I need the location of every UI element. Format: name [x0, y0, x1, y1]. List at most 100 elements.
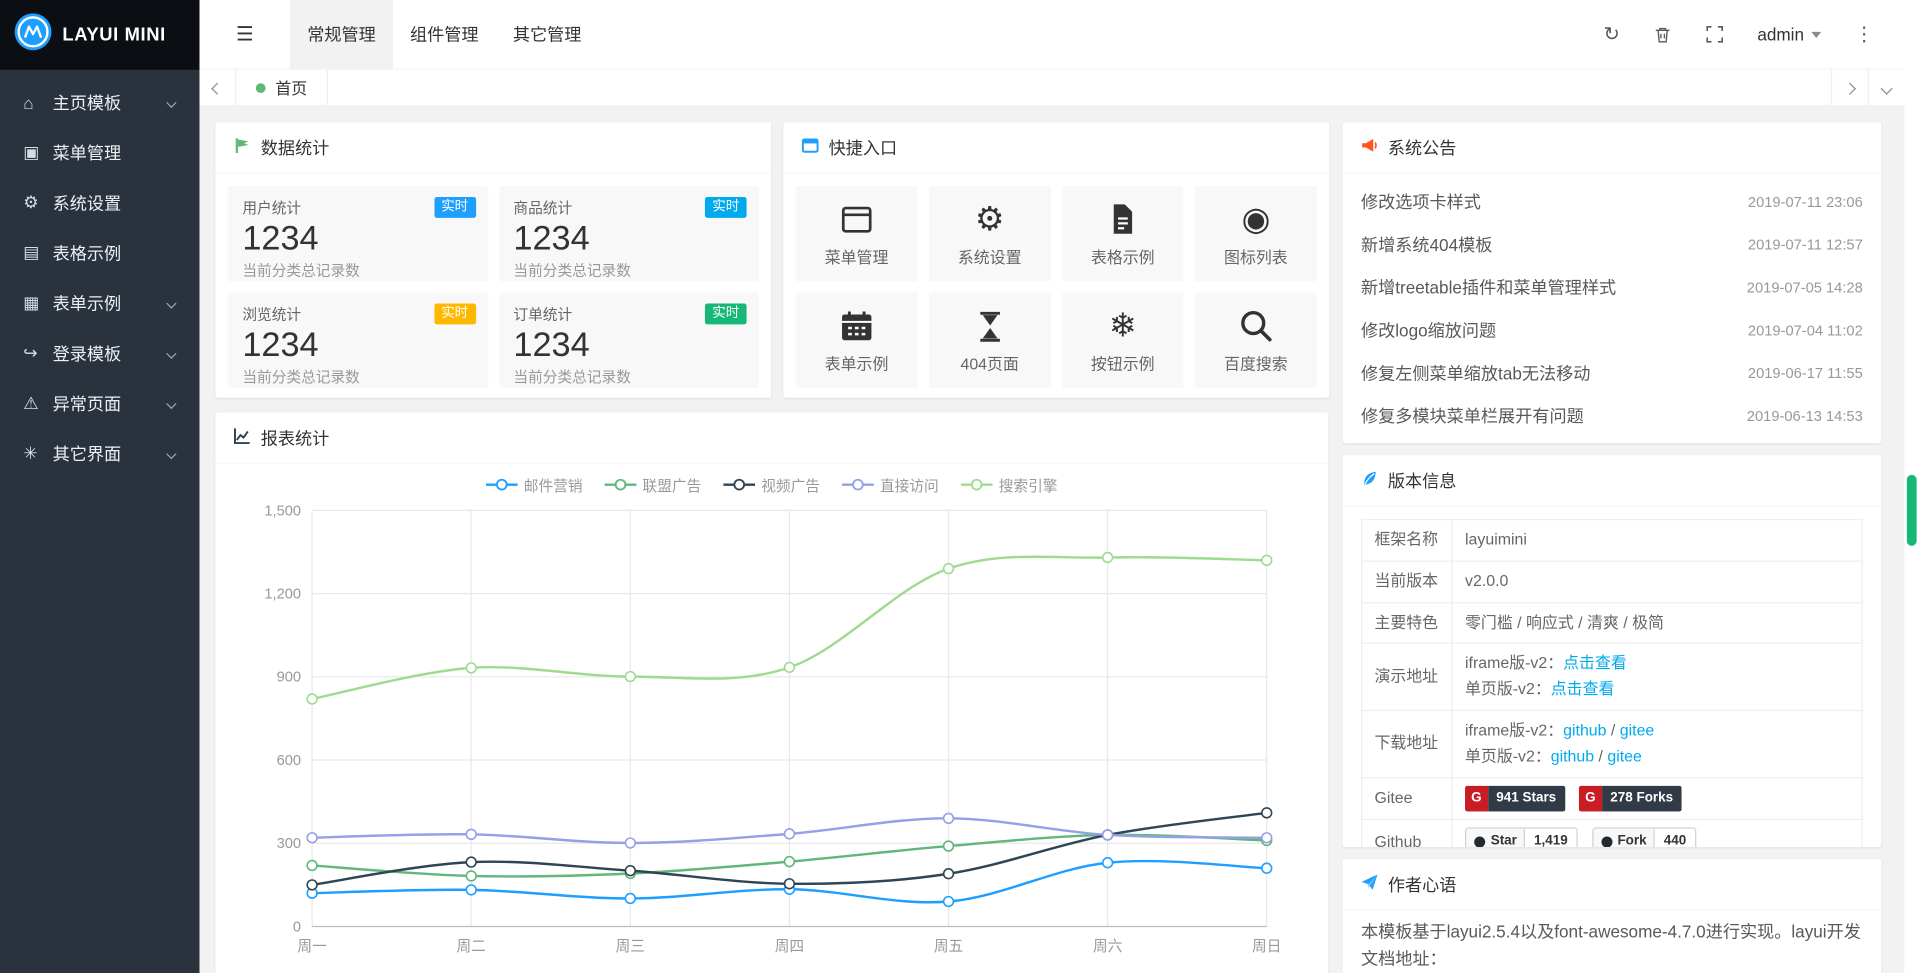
table-row: 框架名称 layuimini	[1362, 520, 1863, 561]
version-label: Gitee	[1362, 777, 1453, 819]
sidebar-item-error-pages[interactable]: ⚠ 异常页面	[0, 378, 199, 428]
more-icon[interactable]: ⋮	[1838, 22, 1889, 46]
quick-item-label: 404页面	[960, 351, 1018, 374]
badge-count: 440	[1655, 829, 1695, 847]
sidebar-item-table-demo[interactable]: ▤ 表格示例	[0, 228, 199, 278]
list-item[interactable]: 新增系统404模板 2019-07-11 12:57	[1343, 223, 1882, 266]
version-label: 当前版本	[1362, 561, 1453, 602]
list-item[interactable]: 新增treetable插件和菜单管理样式 2019-07-05 14:28	[1343, 266, 1882, 309]
gears-icon: ⚙	[975, 199, 1005, 238]
tab-scroll-right-button[interactable]	[1831, 70, 1868, 107]
list-item[interactable]: 修复左侧菜单缩放tab无法移动 2019-06-17 11:55	[1343, 351, 1882, 394]
tab-other-management[interactable]: 其它管理	[496, 0, 599, 69]
scrollbar-thumb[interactable]	[1907, 475, 1917, 546]
tab-component-management[interactable]: 组件管理	[393, 0, 496, 69]
github-icon	[1600, 836, 1612, 847]
menu-fold-icon[interactable]: ☰	[199, 22, 290, 46]
username: admin	[1757, 24, 1804, 44]
legend-item[interactable]: 搜索引擎	[961, 474, 1058, 495]
gitee-link[interactable]: gitee	[1607, 746, 1642, 764]
version-value: Star1,419 Fork440	[1452, 820, 1862, 847]
demo-link[interactable]: 点击查看	[1551, 679, 1615, 697]
chevron-down-icon	[166, 398, 176, 408]
version-card: 版本信息 框架名称 layuimini 当前版本 v2.0.0 主要特色 零门槛…	[1343, 455, 1882, 847]
gitee-stars-badge[interactable]: G941 Stars	[1465, 785, 1565, 811]
gitee-link[interactable]: gitee	[1620, 721, 1655, 739]
notice-date: 2019-07-11 23:06	[1748, 193, 1863, 210]
svg-text:周四: 周四	[775, 938, 804, 955]
card-title: 作者心语	[1388, 872, 1457, 896]
table-row: 主要特色 零门槛 / 响应式 / 清爽 / 极简	[1362, 602, 1863, 643]
quick-item-icon-list[interactable]: ◉ 图标列表	[1195, 186, 1317, 281]
svg-text:周二: 周二	[457, 938, 486, 955]
author-card: 作者心语 本模板基于layui2.5.4以及font-awesome-4.7.0…	[1343, 859, 1882, 973]
trash-icon[interactable]	[1637, 25, 1688, 43]
stat-card-views[interactable]: 浏览统计 1234 当前分类总记录数 实时	[228, 293, 488, 388]
stat-card-products[interactable]: 商品统计 1234 当前分类总记录数 实时	[499, 186, 759, 281]
notice-date: 2019-07-11 12:57	[1748, 236, 1863, 253]
github-link[interactable]: github	[1563, 721, 1606, 739]
legend-item[interactable]: 联盟广告	[605, 474, 702, 495]
stats-card: 数据统计 用户统计 1234 当前分类总记录数 实时 商品统计 1234 当前分…	[215, 122, 771, 397]
sidebar-item-home-template[interactable]: ⌂ 主页模板	[0, 77, 199, 127]
chevron-left-icon	[211, 82, 223, 94]
version-card-header: 版本信息	[1343, 455, 1882, 506]
quick-item-404-page[interactable]: 404页面	[929, 293, 1051, 388]
chevron-down-icon	[1811, 31, 1821, 37]
status-badge: 实时	[434, 304, 476, 325]
refresh-icon[interactable]: ↻	[1586, 22, 1637, 46]
badge-label: 278 Forks	[1602, 785, 1682, 811]
tab-home-label: 首页	[275, 76, 307, 99]
list-item[interactable]: 修改选项卡样式 2019-07-11 23:06	[1343, 180, 1882, 223]
list-item[interactable]: 修复多模块菜单栏展开有问题 2019-06-13 14:53	[1343, 394, 1882, 437]
list-item[interactable]: 修改logo缩放问题 2019-07-04 11:02	[1343, 308, 1882, 351]
sidebar-item-menu-management[interactable]: ▣ 菜单管理	[0, 127, 199, 177]
quick-item-button-demo[interactable]: ❄ 按钮示例	[1062, 293, 1184, 388]
quick-item-system-settings[interactable]: ⚙ 系统设置	[929, 186, 1051, 281]
badge-label: Star	[1491, 831, 1517, 847]
tab-bar-controls	[1831, 70, 1904, 105]
notice-text: 修改logo缩放问题	[1361, 318, 1496, 342]
version-value: iframe版-v2：github / gitee 单页版-v2：github …	[1452, 710, 1862, 777]
chevron-down-icon	[166, 97, 176, 107]
demo-link[interactable]: 点击查看	[1563, 654, 1627, 672]
card-title: 系统公告	[1388, 135, 1457, 159]
report-card: 报表统计 邮件营销联盟广告视频广告直接访问搜索引擎 周一周二周三周四周五周六周日…	[215, 412, 1328, 973]
sidebar-item-other-ui[interactable]: ✳ 其它界面	[0, 428, 199, 478]
quick-item-table-demo[interactable]: 表格示例	[1062, 186, 1184, 281]
legend-item[interactable]: 直接访问	[842, 474, 939, 495]
notice-text: 修复左侧菜单缩放tab无法移动	[1361, 360, 1590, 384]
stat-card-orders[interactable]: 订单统计 1234 当前分类总记录数 实时	[499, 293, 759, 388]
sidebar-item-login-template[interactable]: ↪ 登录模板	[0, 328, 199, 378]
tab-scroll-left-button[interactable]	[199, 70, 236, 107]
legend-item[interactable]: 邮件营销	[486, 474, 583, 495]
stat-card-users[interactable]: 用户统计 1234 当前分类总记录数 实时	[228, 186, 488, 281]
tab-general-management[interactable]: 常规管理	[290, 0, 393, 69]
leaf-icon	[1361, 470, 1378, 491]
quick-item-form-demo[interactable]: 表单示例	[796, 293, 918, 388]
logo[interactable]: LAYUI MINI	[0, 0, 199, 70]
github-star-badge[interactable]: Star1,419	[1465, 828, 1578, 847]
quick-item-label: 系统设置	[958, 245, 1022, 268]
github-link[interactable]: github	[1551, 746, 1594, 764]
legend-item[interactable]: 视频广告	[723, 474, 820, 495]
svg-text:900: 900	[277, 670, 301, 686]
tab-options-button[interactable]	[1868, 70, 1905, 107]
gitee-forks-badge[interactable]: G278 Forks	[1579, 785, 1682, 811]
sidebar-menu: ⌂ 主页模板 ▣ 菜单管理 ⚙ 系统设置 ▤ 表格示例 ▦ 表单示例	[0, 70, 199, 479]
card-title: 报表统计	[261, 425, 330, 449]
svg-text:周一: 周一	[297, 938, 327, 955]
warning-icon: ⚠	[23, 393, 52, 414]
quick-item-baidu-search[interactable]: 百度搜索	[1195, 293, 1317, 388]
table-row: Gitee G941 Stars G278 Forks	[1362, 777, 1863, 819]
notice-date: 2019-07-04 11:02	[1748, 321, 1863, 338]
sidebar-item-system-settings[interactable]: ⚙ 系统设置	[0, 177, 199, 227]
tab-home[interactable]: 首页	[236, 70, 328, 105]
sidebar-item-label: 主页模板	[53, 90, 122, 114]
badge-label: 941 Stars	[1488, 785, 1565, 811]
github-fork-badge[interactable]: Fork440	[1592, 828, 1696, 847]
sidebar-item-form-demo[interactable]: ▦ 表单示例	[0, 278, 199, 328]
fullscreen-icon[interactable]	[1689, 26, 1740, 43]
user-menu[interactable]: admin	[1740, 24, 1838, 44]
quick-item-menu-management[interactable]: 菜单管理	[796, 186, 918, 281]
